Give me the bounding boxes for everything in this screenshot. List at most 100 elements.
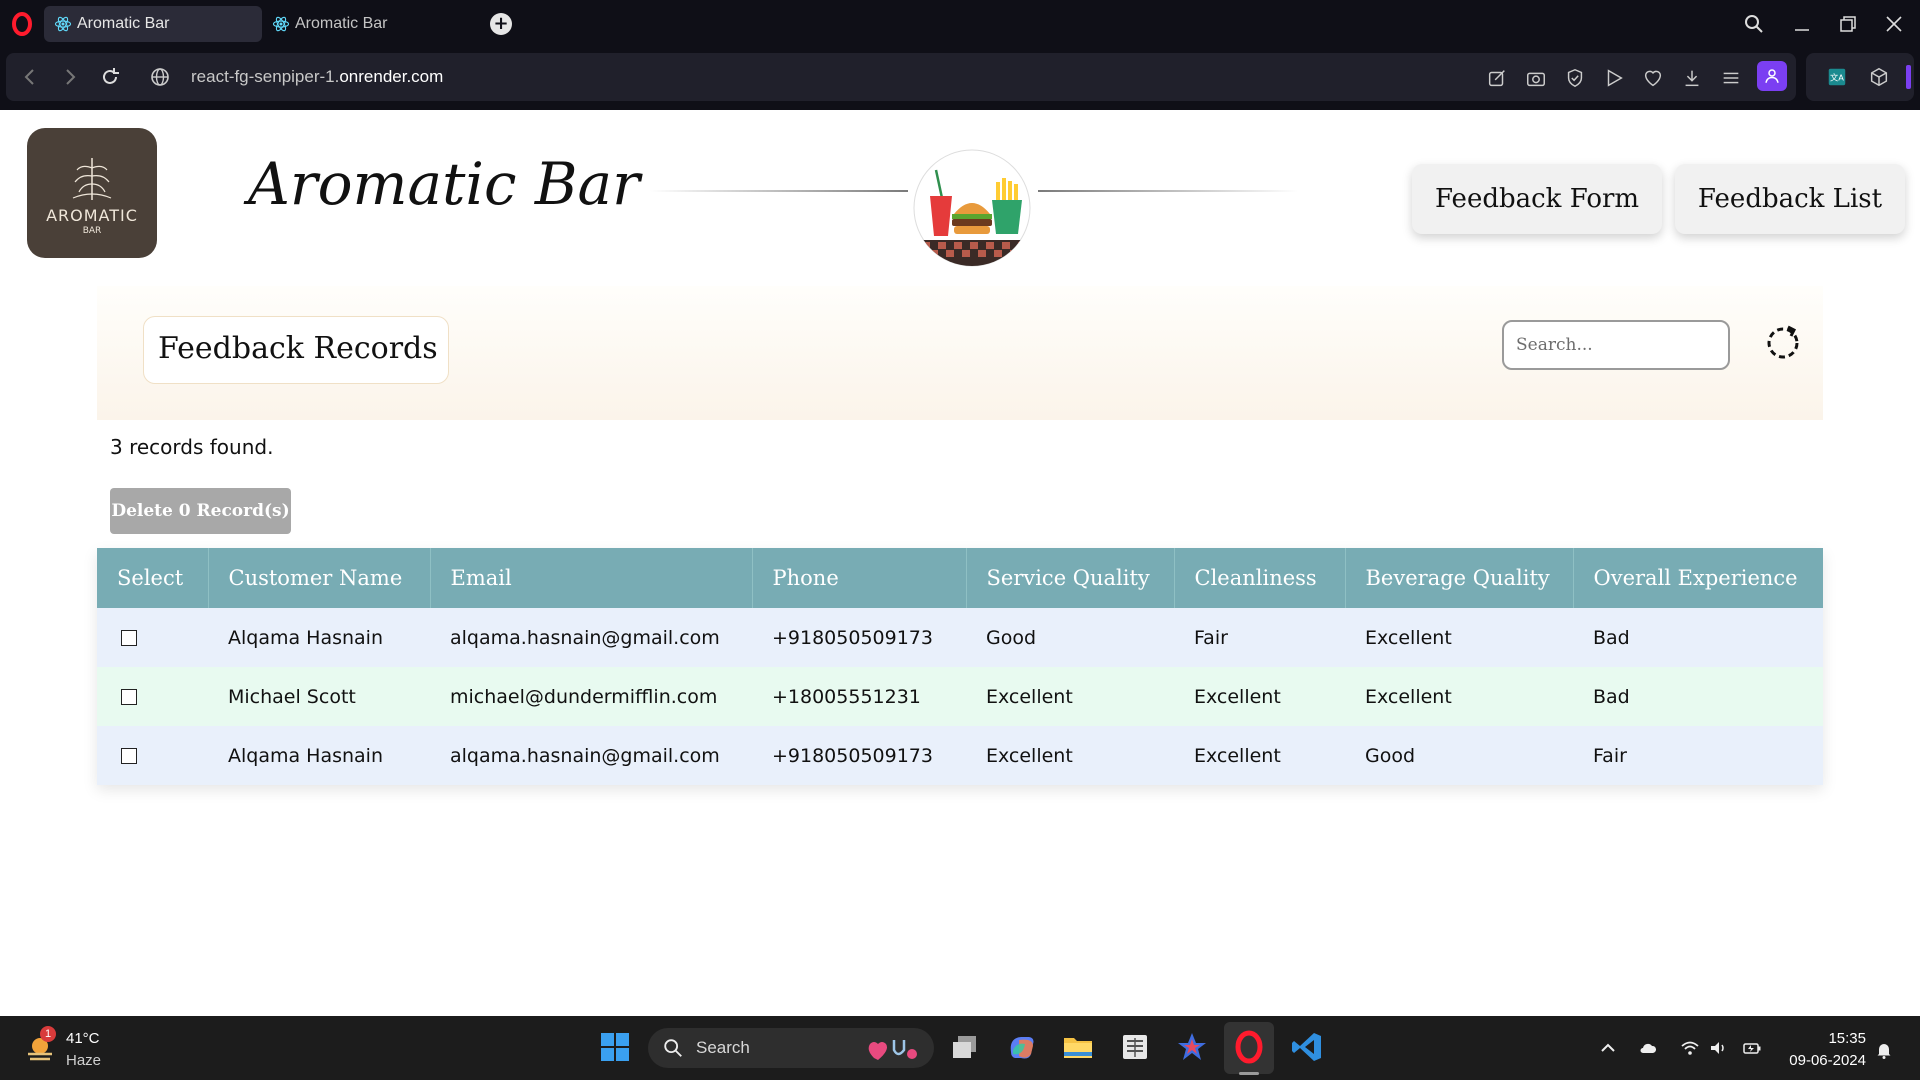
phone-cell: +18005551231	[772, 685, 921, 708]
search-icon	[664, 1039, 682, 1057]
url-text[interactable]: react-fg-senpiper-1.onrender.com	[191, 67, 443, 87]
extensions-area: 文A	[1806, 53, 1914, 101]
tab-aromatic-bar[interactable]: Aromatic Bar	[262, 6, 480, 42]
chevron-up-icon[interactable]	[1598, 1038, 1618, 1058]
copilot-icon[interactable]	[1005, 1030, 1039, 1064]
records-header-panel: Feedback Records	[97, 286, 1823, 420]
overall-experience-cell: Bad	[1593, 626, 1630, 649]
taskbar-search[interactable]: Search	[648, 1028, 934, 1068]
new-tab-button[interactable]: +	[490, 13, 512, 35]
select-cell	[97, 608, 208, 667]
site-info-icon[interactable]	[148, 65, 172, 89]
feedback-form-button[interactable]: Feedback Form	[1412, 164, 1662, 234]
cloud-icon[interactable]	[1638, 1038, 1658, 1058]
windows-taskbar: 1 41°C Haze Search 15:35 09-06-2024	[0, 1016, 1920, 1080]
shield-icon[interactable]	[1564, 67, 1586, 89]
column-header[interactable]: Service Quality	[966, 548, 1175, 608]
records-count: 3 records found.	[110, 435, 274, 459]
opera-browser-icon[interactable]	[1232, 1030, 1266, 1064]
forward-icon[interactable]	[58, 65, 82, 89]
page-title: Feedback Records	[158, 331, 438, 366]
weather-temperature[interactable]: 41°C	[66, 1030, 100, 1047]
column-header[interactable]: Beverage Quality	[1345, 548, 1574, 608]
select-cell	[97, 726, 208, 785]
clock-time[interactable]: 15:35	[1800, 1030, 1866, 1047]
table-row: Michael Scott michael@dundermifflin.com …	[97, 667, 1823, 726]
task-view-icon[interactable]	[948, 1030, 982, 1064]
back-icon[interactable]	[18, 65, 42, 89]
file-explorer-icon[interactable]	[1061, 1030, 1095, 1064]
column-header[interactable]: Email	[430, 548, 753, 608]
service-quality-cell: Excellent	[986, 685, 1073, 708]
tab-label: Aromatic Bar	[295, 15, 388, 32]
feedback-list-button[interactable]: Feedback List	[1675, 164, 1905, 234]
customer-name-cell: Alqama Hasnain	[228, 626, 384, 649]
service-quality-cell: Good	[986, 626, 1037, 649]
column-header[interactable]: Customer Name	[208, 548, 431, 608]
send-page-icon[interactable]	[1486, 67, 1508, 89]
beverage-quality-cell: Good	[1365, 744, 1416, 767]
column-header[interactable]: Overall Experience	[1573, 548, 1823, 608]
aromatic-bar-logo[interactable]: AROMATIC BAR	[27, 128, 157, 258]
notepad-icon[interactable]	[1118, 1030, 1152, 1064]
url-host: onrender.com	[339, 67, 444, 86]
opera-logo-icon[interactable]	[10, 12, 34, 36]
logo-text: AROMATIC	[46, 206, 138, 225]
cube-icon[interactable]	[1868, 66, 1890, 88]
extension-icon[interactable]: 文A	[1826, 66, 1848, 88]
app-star-icon[interactable]	[1175, 1030, 1209, 1064]
delete-records-button[interactable]: Delete 0 Record(s)	[110, 488, 291, 534]
restore-icon[interactable]	[1836, 12, 1860, 36]
service-quality-cell: Excellent	[986, 744, 1073, 767]
camera-icon[interactable]	[1525, 67, 1547, 89]
url-box[interactable]: react-fg-senpiper-1.onrender.com	[6, 53, 1796, 101]
feedback-table: Select Customer Name Email Phone Service…	[97, 548, 1823, 785]
tab-aromatic-bar-active[interactable]: Aromatic Bar	[44, 6, 262, 42]
phone-cell: +918050509173	[772, 744, 933, 767]
play-icon[interactable]	[1603, 67, 1625, 89]
tab-label: Aromatic Bar	[77, 15, 170, 32]
volume-icon[interactable]	[1708, 1038, 1728, 1058]
refresh-icon[interactable]	[1764, 324, 1802, 362]
overall-experience-cell: Bad	[1593, 685, 1630, 708]
row-checkbox[interactable]	[121, 689, 137, 705]
vscode-icon[interactable]	[1290, 1030, 1324, 1064]
url-prefix: react-fg-senpiper-1.	[191, 67, 340, 86]
row-checkbox[interactable]	[121, 748, 137, 764]
taskbar-search-label: Search	[696, 1038, 750, 1057]
cleanliness-cell: Fair	[1194, 626, 1228, 649]
column-header[interactable]: Cleanliness	[1174, 548, 1346, 608]
row-checkbox[interactable]	[121, 630, 137, 646]
user-icon	[1765, 69, 1779, 83]
beverage-quality-cell: Excellent	[1365, 685, 1452, 708]
reload-icon[interactable]	[98, 65, 122, 89]
browser-address-bar: react-fg-senpiper-1.onrender.com 文A	[0, 48, 1920, 110]
cleanliness-cell: Excellent	[1194, 685, 1281, 708]
profile-button[interactable]	[1757, 61, 1787, 91]
search-tabs-icon[interactable]	[1742, 12, 1766, 36]
customer-name-cell: Alqama Hasnain	[228, 744, 384, 767]
battery-icon[interactable]	[1742, 1038, 1762, 1058]
web-page: AROMATIC BAR Aromatic Bar Feedback Form …	[0, 110, 1920, 1016]
easy-setup-icon[interactable]	[1720, 67, 1742, 89]
react-icon	[272, 16, 290, 32]
table-row: Alqama Hasnain alqama.hasnain@gmail.com …	[97, 726, 1823, 785]
minimize-icon[interactable]	[1790, 12, 1814, 36]
logo-subtext: BAR	[82, 226, 102, 236]
select-cell	[97, 667, 208, 726]
column-header[interactable]: Phone	[752, 548, 967, 608]
download-icon[interactable]	[1681, 67, 1703, 89]
weather-description[interactable]: Haze	[66, 1052, 101, 1069]
close-icon[interactable]	[1882, 12, 1906, 36]
cleanliness-cell: Excellent	[1194, 744, 1281, 767]
sidebar-accent	[1906, 65, 1911, 89]
heart-icon[interactable]	[1642, 67, 1664, 89]
windows-start-icon[interactable]	[598, 1030, 632, 1064]
wifi-icon[interactable]	[1680, 1038, 1700, 1058]
notification-bell-icon[interactable]	[1874, 1040, 1894, 1060]
brand-title: Aromatic Bar	[248, 150, 640, 218]
column-header: Select	[97, 548, 209, 608]
search-input[interactable]	[1502, 320, 1730, 370]
clock-date[interactable]: 09-06-2024	[1770, 1052, 1866, 1069]
decorative-line	[1038, 190, 1298, 192]
